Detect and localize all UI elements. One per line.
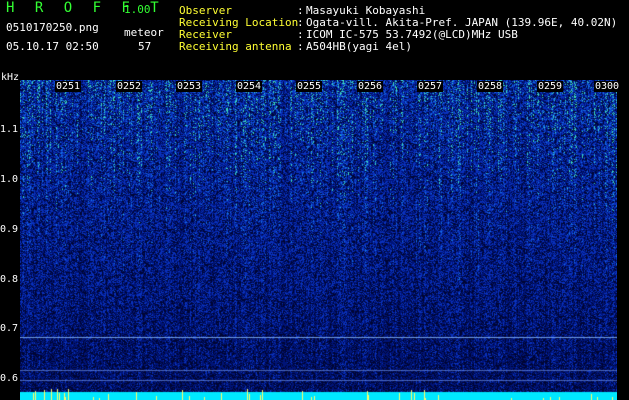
x-tick-label: 0257 bbox=[417, 81, 444, 92]
x-tick-label: 0259 bbox=[537, 81, 564, 92]
y-tick-label: 1.1 bbox=[0, 124, 19, 135]
app-version: 1.00 bbox=[124, 3, 151, 16]
antenna-value: A504HB(yagi 4el) bbox=[306, 40, 412, 53]
meteor-count: 57 bbox=[138, 40, 152, 53]
antenna-label: Receiving antenna bbox=[179, 40, 292, 53]
y-tick-label: 1.0 bbox=[0, 174, 19, 185]
header-panel: H R O F F T 1.00 0510170250.png meteor 0… bbox=[0, 0, 629, 78]
y-tick-label: 0.8 bbox=[0, 274, 19, 285]
x-tick-label: 0300 bbox=[594, 81, 621, 92]
date-time: 05.10.17 02:50 bbox=[6, 40, 99, 53]
spectrogram-panel bbox=[20, 80, 617, 400]
x-tick-label: 0255 bbox=[296, 81, 323, 92]
y-tick-label: 0.6 bbox=[0, 373, 19, 384]
antenna-colon: : bbox=[297, 40, 304, 53]
x-tick-label: 0258 bbox=[477, 81, 504, 92]
x-tick-label: 0254 bbox=[236, 81, 263, 92]
y-unit-label: kHz bbox=[1, 72, 20, 83]
y-tick-label: 0.7 bbox=[0, 323, 19, 334]
x-tick-label: 0253 bbox=[176, 81, 203, 92]
spectrogram-canvas bbox=[20, 80, 617, 400]
x-tick-label: 0251 bbox=[55, 81, 82, 92]
x-tick-label: 0256 bbox=[357, 81, 384, 92]
x-tick-label: 0252 bbox=[116, 81, 143, 92]
y-tick-label: 0.9 bbox=[0, 224, 19, 235]
meteor-label: meteor bbox=[124, 26, 164, 39]
file-name: 0510170250.png bbox=[6, 21, 99, 34]
